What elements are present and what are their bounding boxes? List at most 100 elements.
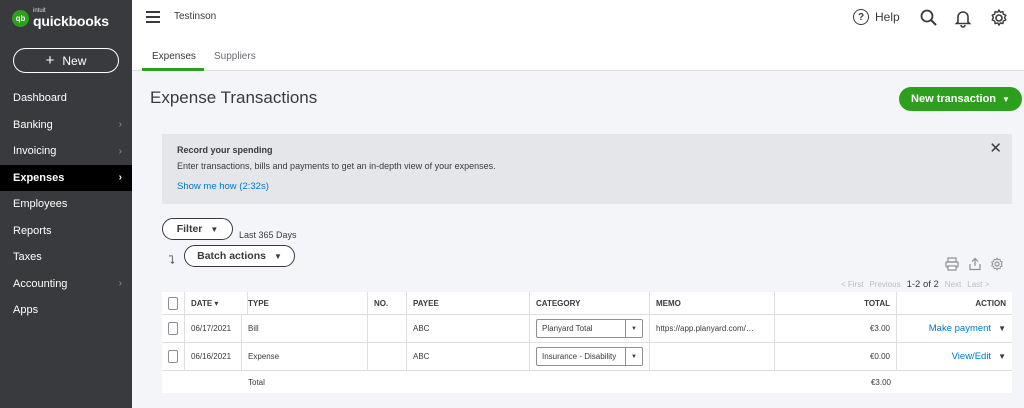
- chevron-right-icon: ›: [118, 145, 122, 157]
- row-checkbox[interactable]: [168, 350, 178, 363]
- help-button[interactable]: ? Help: [853, 9, 900, 25]
- top-bar: Testinson ? Help: [132, 0, 1024, 36]
- caret-down-icon: ▼: [625, 320, 642, 337]
- make-payment-link[interactable]: Make payment: [929, 323, 991, 334]
- pager-next[interactable]: Next: [945, 280, 961, 289]
- category-select[interactable]: Insurance - Disability ▼: [536, 347, 643, 366]
- caret-down-icon: ▼: [210, 224, 219, 234]
- sidebar-item-apps[interactable]: Apps: [0, 297, 132, 324]
- banner-body: Enter transactions, bills and payments t…: [177, 161, 496, 171]
- sidebar-item-label: Employees: [13, 198, 68, 211]
- expense-table: DATE ▾ TYPE NO. PAYEE CATEGORY MEMO TOTA…: [162, 292, 1012, 393]
- column-header-payee[interactable]: PAYEE: [407, 292, 530, 314]
- gear-icon[interactable]: [989, 8, 1009, 28]
- page-title: Expense Transactions: [150, 88, 318, 107]
- sidebar-item-label: Expenses: [13, 171, 65, 184]
- column-header-date[interactable]: DATE ▾: [185, 292, 248, 314]
- sidebar-item-expenses[interactable]: Expenses ›: [0, 164, 132, 191]
- column-header-no[interactable]: NO.: [368, 292, 407, 314]
- sidebar-item-label: Banking: [13, 118, 53, 131]
- column-header-total[interactable]: TOTAL: [775, 292, 897, 314]
- row-checkbox[interactable]: [168, 322, 178, 335]
- view-edit-link[interactable]: View/Edit: [952, 351, 991, 362]
- sidebar-item-accounting[interactable]: Accounting ›: [0, 271, 132, 298]
- caret-down-icon[interactable]: ▼: [998, 324, 1006, 333]
- category-value: Planyard Total: [542, 324, 593, 333]
- table-row[interactable]: 06/16/2021 Expense ABC Insurance - Disab…: [162, 343, 1012, 371]
- show-me-how-link[interactable]: Show me how (2:32s): [177, 181, 269, 192]
- sidebar-item-label: Reports: [13, 224, 52, 237]
- sidebar-item-reports[interactable]: Reports: [0, 218, 132, 245]
- total-value: €3.00: [870, 377, 891, 387]
- table-total-row: Total €3.00: [162, 371, 1012, 393]
- pager-last[interactable]: Last >: [967, 280, 989, 289]
- chevron-right-icon: ›: [118, 172, 122, 184]
- column-header-category[interactable]: CATEGORY: [530, 292, 650, 314]
- export-icon[interactable]: [968, 257, 982, 271]
- row-type: Bill: [242, 315, 368, 342]
- search-icon[interactable]: [919, 8, 939, 28]
- row-memo: [650, 343, 775, 370]
- pager-range: 1-2 of 2: [906, 279, 939, 290]
- sidebar-item-banking[interactable]: Banking ›: [0, 112, 132, 139]
- new-transaction-label: New transaction: [911, 93, 997, 105]
- tab-bar: Expenses Suppliers: [132, 36, 1024, 71]
- plus-icon: +: [45, 52, 55, 69]
- date-range-label: Last 365 Days: [239, 230, 297, 240]
- bell-icon[interactable]: [953, 8, 973, 28]
- close-icon[interactable]: ✕: [989, 139, 1002, 157]
- category-value: Insurance - Disability: [542, 352, 617, 361]
- banner-title: Record your spending: [177, 145, 273, 155]
- sidebar-item-label: Dashboard: [13, 92, 67, 105]
- quickbooks-logo[interactable]: qb intuit quickbooks: [12, 8, 109, 28]
- batch-actions-label: Batch actions: [197, 250, 266, 262]
- tab-expenses[interactable]: Expenses: [152, 51, 196, 62]
- row-total: €0.00: [775, 343, 897, 370]
- table-header-row: DATE ▾ TYPE NO. PAYEE CATEGORY MEMO TOTA…: [162, 292, 1012, 315]
- pager-first[interactable]: < First: [841, 280, 863, 289]
- print-icon[interactable]: [945, 257, 959, 271]
- column-header-type[interactable]: TYPE: [242, 292, 368, 314]
- column-header-memo[interactable]: MEMO: [650, 292, 775, 314]
- sidebar-item-dashboard[interactable]: Dashboard: [0, 85, 132, 112]
- new-transaction-button[interactable]: New transaction ▼: [899, 87, 1022, 111]
- sort-arrow-icon[interactable]: ⮧: [168, 253, 175, 268]
- row-no: [368, 315, 407, 342]
- table-row[interactable]: 06/17/2021 Bill ABC Planyard Total ▼ htt…: [162, 315, 1012, 343]
- row-type: Expense: [242, 343, 368, 370]
- row-date: 06/16/2021: [185, 343, 242, 370]
- chevron-right-icon: ›: [118, 278, 122, 290]
- sidebar-item-invoicing[interactable]: Invoicing ›: [0, 138, 132, 165]
- select-all-cell: [162, 292, 185, 314]
- pager-previous[interactable]: Previous: [869, 280, 900, 289]
- new-button[interactable]: + New: [13, 48, 119, 73]
- settings-gear-icon[interactable]: [990, 257, 1004, 271]
- row-payee: ABC: [407, 315, 530, 342]
- tab-suppliers[interactable]: Suppliers: [214, 51, 256, 62]
- row-no: [368, 343, 407, 370]
- batch-actions-button[interactable]: Batch actions ▼: [184, 245, 295, 267]
- total-label: Total: [248, 377, 265, 387]
- sidebar: qb intuit quickbooks + New Dashboard Ban…: [0, 0, 132, 408]
- row-memo: https://app.planyard.com/…: [650, 315, 775, 342]
- qb-logo-icon: qb: [12, 9, 29, 27]
- sidebar-item-taxes[interactable]: Taxes: [0, 244, 132, 271]
- help-icon: ?: [853, 9, 869, 25]
- category-select[interactable]: Planyard Total ▼: [536, 319, 643, 338]
- company-name: Testinson: [174, 11, 217, 22]
- filter-button[interactable]: Filter ▼: [162, 218, 233, 240]
- sidebar-item-label: Apps: [13, 304, 39, 317]
- select-all-checkbox[interactable]: [168, 296, 178, 310]
- caret-down-icon[interactable]: ▼: [998, 352, 1006, 361]
- sidebar-item-label: Accounting: [13, 277, 68, 290]
- caret-down-icon: ▼: [1002, 94, 1010, 104]
- help-label: Help: [875, 10, 900, 24]
- caret-down-icon: ▼: [625, 348, 642, 365]
- pagination: < First Previous 1-2 of 2 Next Last >: [841, 279, 989, 290]
- hamburger-menu-icon[interactable]: [146, 11, 160, 23]
- logo-name-text: quickbooks: [33, 13, 109, 29]
- row-total: €3.00: [775, 315, 897, 342]
- sidebar-item-employees[interactable]: Employees: [0, 191, 132, 218]
- filter-label: Filter: [176, 223, 203, 235]
- new-button-label: New: [62, 53, 87, 68]
